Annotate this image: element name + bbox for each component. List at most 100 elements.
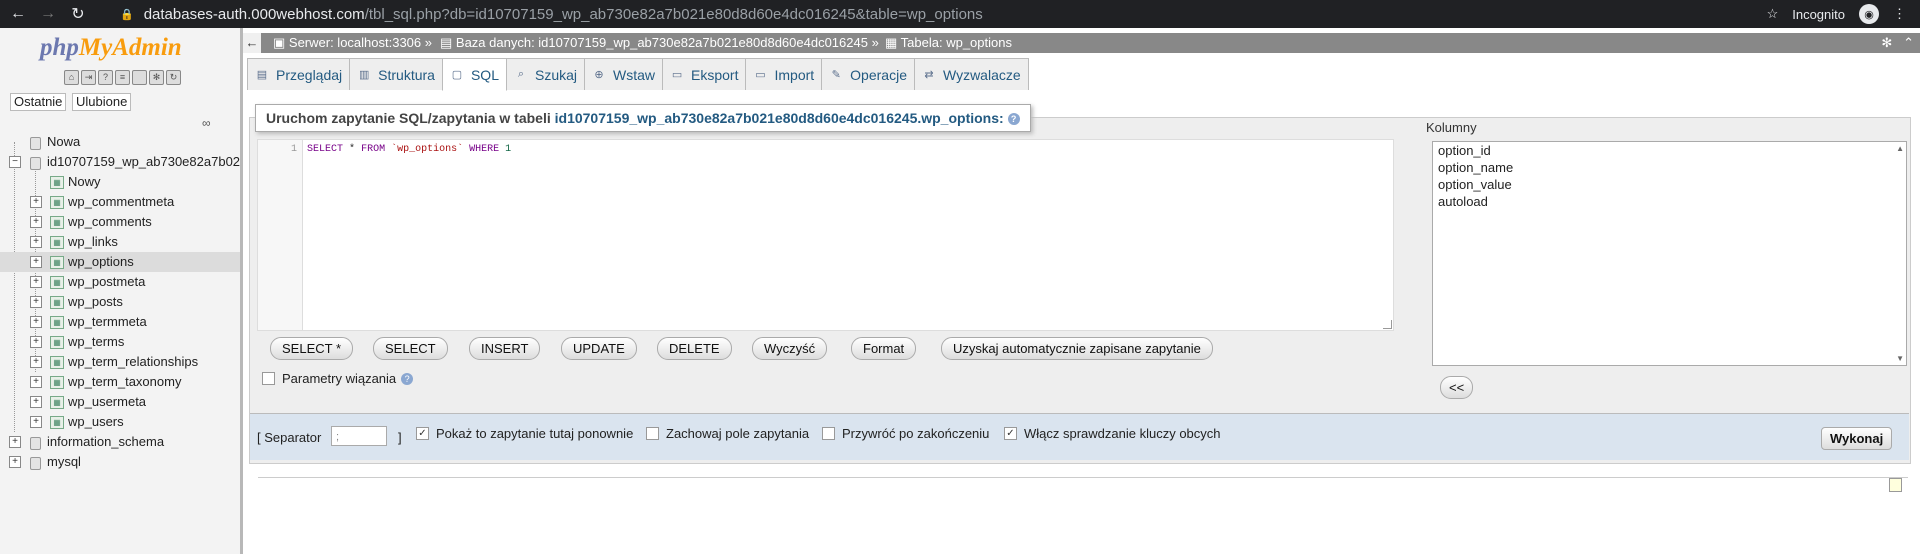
tree-database[interactable]: + information_schema [0, 432, 240, 452]
recent-tab[interactable]: Ostatnie [10, 93, 67, 111]
blank-icon[interactable] [132, 70, 147, 85]
column-option[interactable]: option_id [1433, 142, 1906, 159]
refresh-icon[interactable]: ↻ [166, 70, 181, 85]
phpmyadmin-logo[interactable]: phpMyAdmin [40, 34, 182, 62]
tab-triggers[interactable]: ⇄ Wyzwalacze [913, 58, 1029, 90]
execute-button[interactable]: Wykonaj [1821, 427, 1893, 450]
incognito-icon[interactable]: ◉ [1859, 4, 1879, 24]
tab-search[interactable]: ⌕ Szukaj [505, 58, 586, 90]
tree-table[interactable]: + ▦ wp_terms [0, 332, 240, 352]
tab-operations[interactable]: ✎ Operacje [821, 58, 915, 90]
gear-icon[interactable]: ✻ [1881, 35, 1892, 50]
option-retain-box[interactable]: Zachowaj pole zapytania [646, 426, 809, 441]
reload-icon[interactable]: ↻ [66, 4, 90, 24]
expand-icon[interactable]: + [9, 456, 21, 468]
tree-table[interactable]: + ▦ wp_postmeta [0, 272, 240, 292]
breadcrumb-server[interactable]: ▣ Serwer: localhost:3306 » [273, 33, 432, 53]
option-foreign-keys[interactable]: ✓ Włącz sprawdzanie kluczy obcych [1004, 426, 1221, 441]
logout-icon[interactable]: ⇥ [81, 70, 96, 85]
option-rollback[interactable]: Przywróć po zakończeniu [822, 426, 989, 441]
bind-params-checkbox[interactable] [262, 372, 275, 385]
columns-list[interactable]: option_id option_name option_value autol… [1432, 141, 1907, 366]
link-icon[interactable]: ∞ [202, 116, 211, 130]
checkbox[interactable] [822, 427, 835, 440]
expand-icon[interactable]: + [30, 416, 42, 428]
address-bar[interactable]: databases-auth.000webhost.com/tbl_sql.ph… [144, 6, 983, 23]
checkbox-checked[interactable]: ✓ [416, 427, 429, 440]
lock-icon[interactable]: 🔒 [120, 8, 134, 21]
checkbox[interactable] [646, 427, 659, 440]
expand-icon[interactable]: + [30, 276, 42, 288]
help-icon[interactable]: ? [1007, 113, 1020, 126]
expand-icon[interactable]: + [30, 336, 42, 348]
tree-table[interactable]: + ▦ wp_termmeta [0, 312, 240, 332]
tree-new-database[interactable]: Nowa [0, 132, 240, 152]
insert-button[interactable]: INSERT [469, 337, 541, 360]
scroll-up-icon[interactable]: ▲ [1896, 144, 1904, 153]
format-button[interactable]: Format [851, 337, 917, 360]
select-star-button[interactable]: SELECT * [270, 337, 354, 360]
tab-structure[interactable]: ▥ Struktura [349, 58, 443, 90]
tree-database[interactable]: − id10707159_wp_ab730e82a7b021e80d8d60e4… [0, 152, 240, 172]
scroll-down-icon[interactable]: ▼ [1896, 354, 1904, 363]
back-arrow-icon[interactable]: ← [243, 33, 261, 53]
forward-arrow-icon[interactable]: → [36, 5, 60, 23]
tab-import[interactable]: ▭ Import [745, 58, 823, 90]
table-link[interactable]: id10707159_wp_ab730e82a7b021e80d8d60e4dc… [555, 110, 1004, 126]
help-icon[interactable]: ? [401, 372, 414, 385]
collapse-icon[interactable]: − [9, 156, 21, 168]
tree-table[interactable]: + ▦ wp_links [0, 232, 240, 252]
column-option[interactable]: option_value [1433, 176, 1906, 193]
back-arrow-icon[interactable]: ← [6, 5, 30, 23]
console-icon[interactable] [1889, 478, 1902, 492]
tree-new-table[interactable]: ▦ Nowy [0, 172, 240, 192]
tab-insert[interactable]: ⊕ Wstaw [584, 58, 664, 90]
tree-table[interactable]: + ▦ wp_usermeta [0, 392, 240, 412]
expand-icon[interactable]: + [30, 296, 42, 308]
expand-icon[interactable]: + [30, 256, 42, 268]
option-show-query[interactable]: ✓ Pokaż to zapytanie tutaj ponownie [416, 426, 633, 441]
home-icon[interactable]: ⌂ [64, 70, 79, 85]
tree-table-selected[interactable]: + ▦ wp_options [0, 252, 240, 272]
tree-table[interactable]: + ▦ wp_commentmeta [0, 192, 240, 212]
tab-sql[interactable]: ▢ SQL [441, 58, 507, 91]
get-autosaved-query-button[interactable]: Uzyskaj automatycznie zapisane zapytanie [941, 337, 1213, 360]
tab-export[interactable]: ▭ Eksport [662, 58, 747, 90]
select-button[interactable]: SELECT [373, 337, 448, 360]
delete-button[interactable]: DELETE [657, 337, 732, 360]
tree-table[interactable]: + ▦ wp_comments [0, 212, 240, 232]
expand-icon[interactable]: + [30, 396, 42, 408]
expand-icon[interactable]: + [30, 356, 42, 368]
checkbox-checked[interactable]: ✓ [1004, 427, 1017, 440]
menu-icon[interactable]: ⋮ [1893, 6, 1906, 22]
update-button[interactable]: UPDATE [561, 337, 637, 360]
tab-browse[interactable]: ▤ Przeglądaj [247, 58, 351, 90]
breadcrumb-database[interactable]: ▤ Baza danych: id10707159_wp_ab730e82a7b… [440, 33, 879, 53]
gear-icon[interactable]: ✻ [149, 70, 164, 85]
tree-table[interactable]: + ▦ wp_users [0, 412, 240, 432]
help-icon[interactable]: ? [98, 70, 113, 85]
column-option[interactable]: autoload [1433, 193, 1906, 210]
expand-icon[interactable]: + [30, 376, 42, 388]
docs-icon[interactable]: ≡ [115, 70, 130, 85]
separator-input[interactable]: ; [331, 426, 387, 446]
expand-icon[interactable]: + [30, 216, 42, 228]
collapse-icon[interactable]: ⌃ [1903, 35, 1914, 50]
expand-icon[interactable]: + [30, 196, 42, 208]
expand-icon[interactable]: + [30, 236, 42, 248]
tree-table[interactable]: + ▦ wp_posts [0, 292, 240, 312]
star-icon[interactable]: ☆ [1767, 6, 1779, 22]
sql-editor[interactable]: 1 SELECT * FROM `wp_options` WHERE 1 [257, 139, 1394, 331]
clear-button[interactable]: Wyczyść [752, 337, 828, 360]
bind-params-row[interactable]: Parametry wiązania ? [262, 371, 414, 386]
expand-icon[interactable]: + [9, 436, 21, 448]
tree-table[interactable]: + ▦ wp_term_relationships [0, 352, 240, 372]
tree-database[interactable]: + mysql [0, 452, 240, 472]
expand-icon[interactable]: + [30, 316, 42, 328]
breadcrumb-table[interactable]: ▦ Tabela: wp_options [885, 33, 1012, 53]
tree-table[interactable]: + ▦ wp_term_taxonomy [0, 372, 240, 392]
favorites-tab[interactable]: Ulubione [72, 93, 132, 111]
resize-handle[interactable] [1383, 320, 1392, 329]
insert-column-button[interactable]: << [1440, 376, 1474, 399]
column-option[interactable]: option_name [1433, 159, 1906, 176]
